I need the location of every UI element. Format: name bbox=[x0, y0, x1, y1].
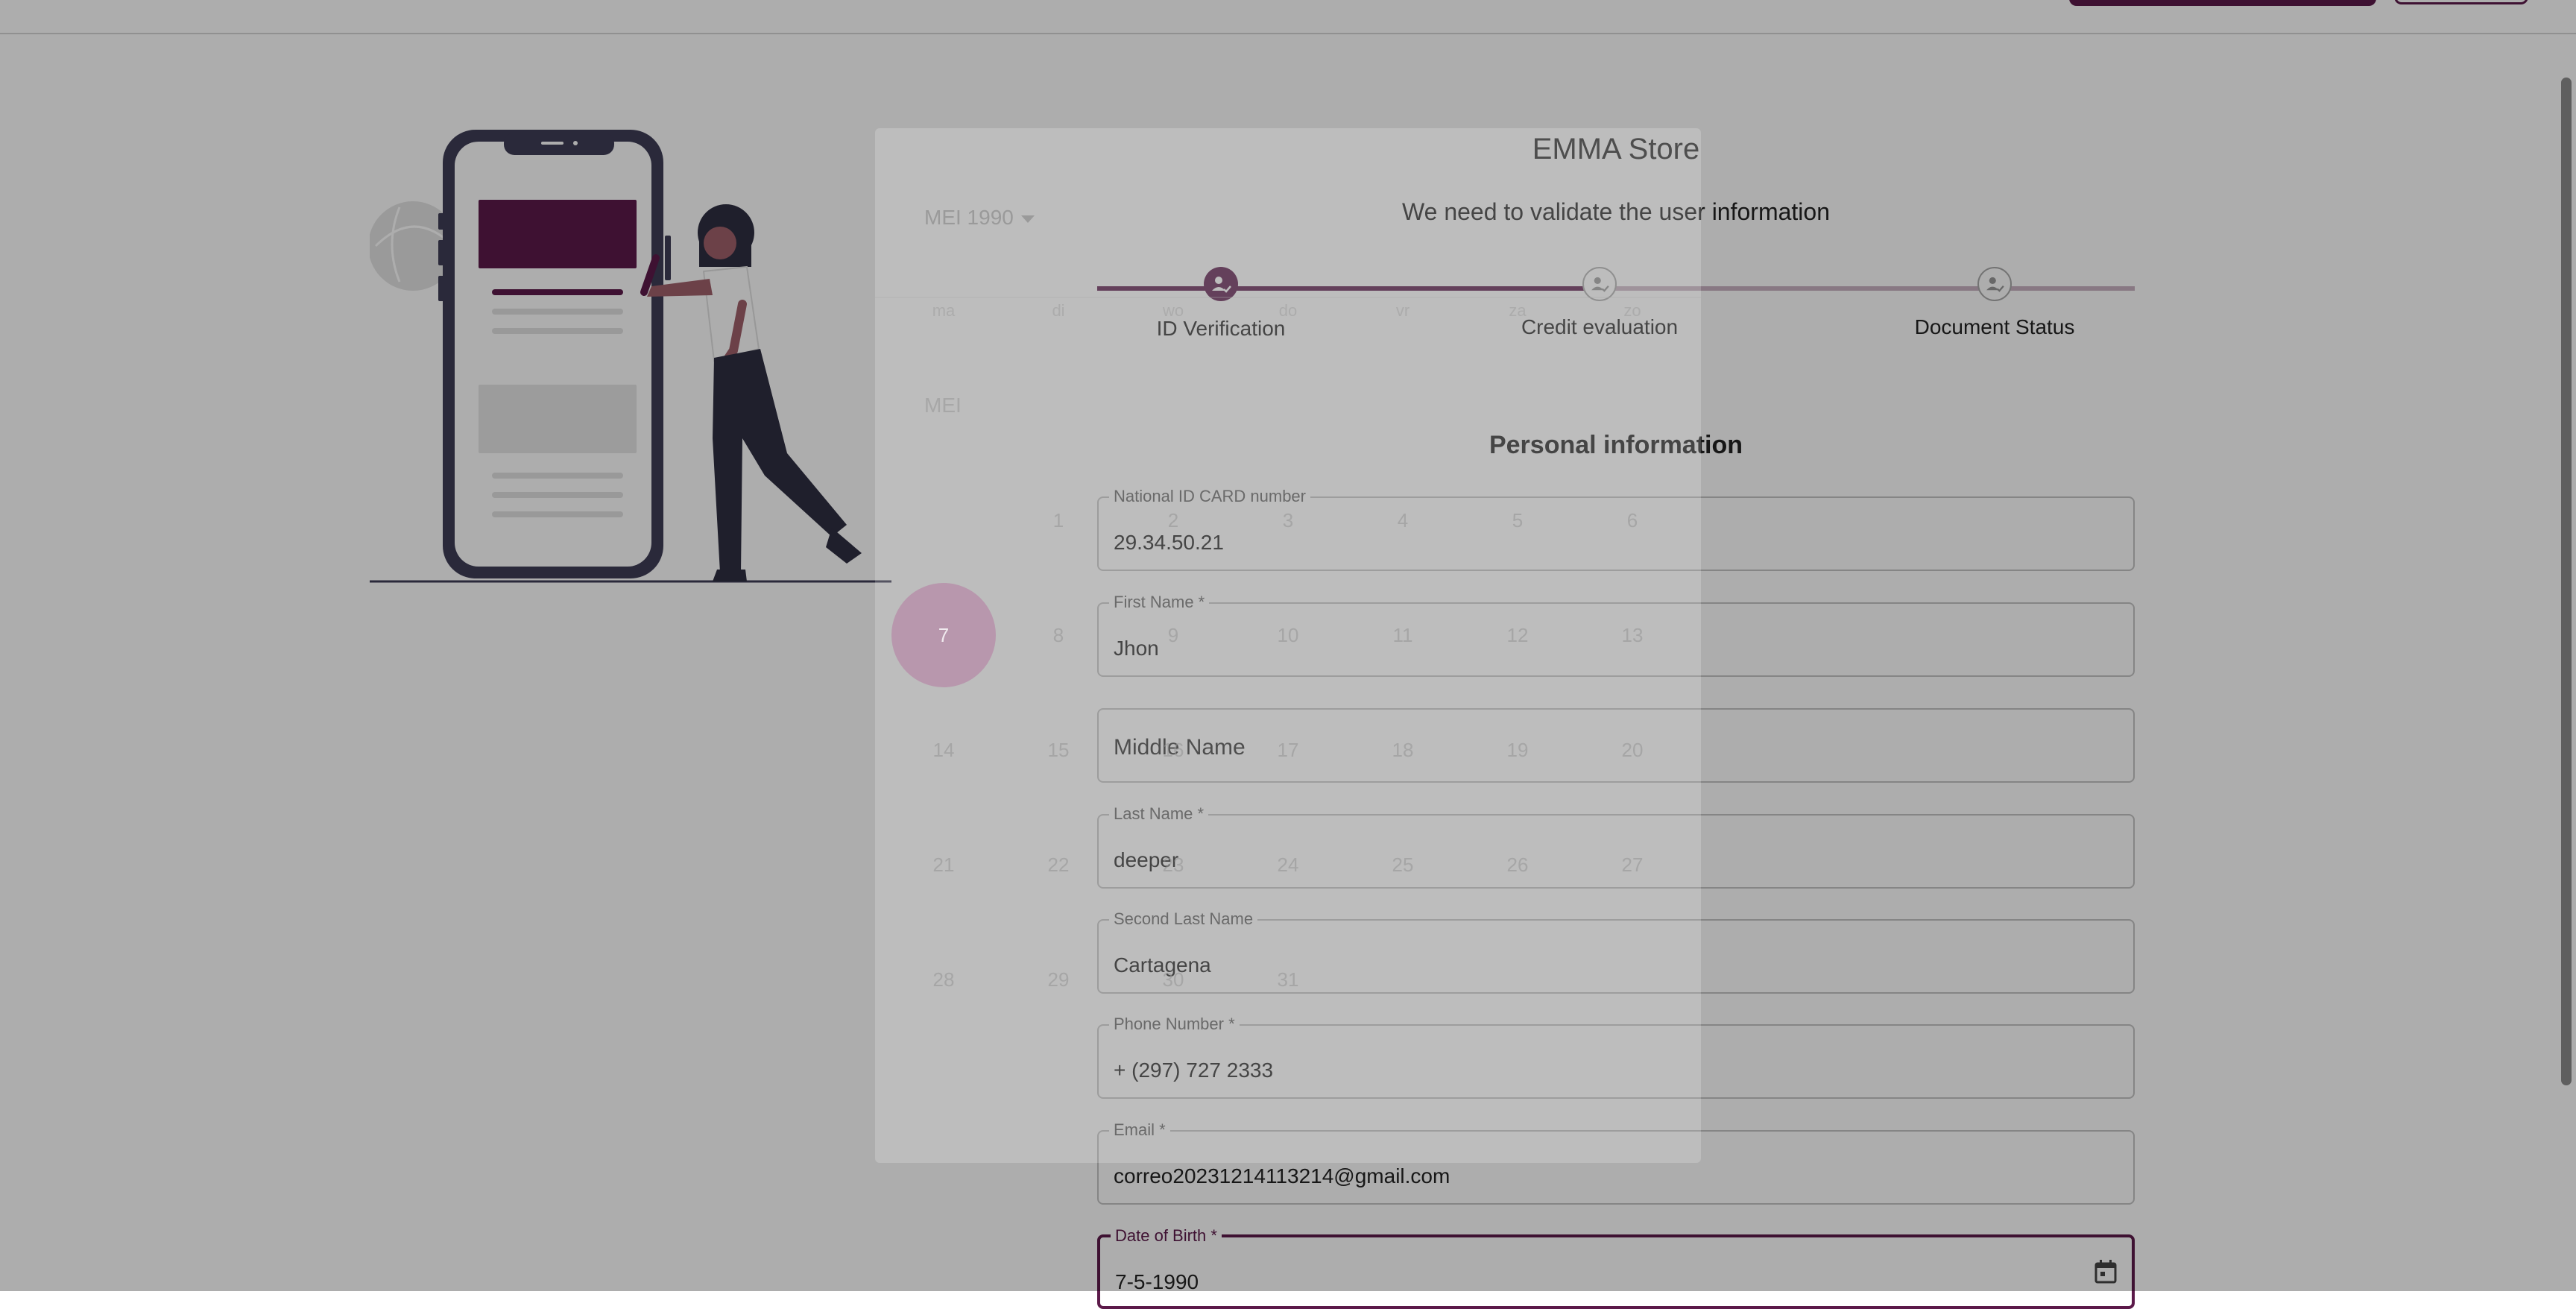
calendar-day[interactable]: 24 bbox=[1236, 813, 1340, 917]
calendar-day[interactable]: 27 bbox=[1580, 813, 1685, 917]
month-year-selector[interactable]: MEI 1990 bbox=[924, 206, 1035, 230]
calendar-day[interactable]: 12 bbox=[1465, 583, 1570, 687]
calendar-day[interactable]: 16 bbox=[1121, 698, 1225, 802]
calendar-day[interactable]: 21 bbox=[891, 813, 996, 917]
weekday-label: ma bbox=[932, 301, 956, 320]
month-year-label: MEI 1990 bbox=[924, 206, 1014, 229]
calendar-day[interactable]: 6 bbox=[1580, 468, 1685, 573]
weekday-label: wo bbox=[1162, 301, 1184, 320]
weekday-label: za bbox=[1509, 301, 1527, 320]
calendar-day[interactable]: 1 bbox=[1006, 468, 1111, 573]
calendar-day[interactable]: 31 bbox=[1236, 927, 1340, 1032]
calendar-day[interactable]: 8 bbox=[1006, 583, 1111, 687]
calendar-day[interactable]: 3 bbox=[1236, 468, 1340, 573]
calendar-day[interactable]: 7 bbox=[891, 583, 996, 687]
weekday-label: di bbox=[1052, 301, 1065, 320]
calendar-day[interactable]: 2 bbox=[1121, 468, 1225, 573]
date-picker-dialog: MEI 1990 ma di wo do vr za zo MEI 123456… bbox=[875, 128, 1701, 1163]
calendar-day[interactable]: 18 bbox=[1351, 698, 1455, 802]
calendar-day[interactable]: 28 bbox=[891, 927, 996, 1032]
calendar-day[interactable]: 5 bbox=[1465, 468, 1570, 573]
calendar-day[interactable]: 4 bbox=[1351, 468, 1455, 573]
calendar-day[interactable]: 29 bbox=[1006, 927, 1111, 1032]
calendar-day[interactable]: 26 bbox=[1465, 813, 1570, 917]
calendar-day[interactable]: 13 bbox=[1580, 583, 1685, 687]
calendar-day[interactable]: 17 bbox=[1236, 698, 1340, 802]
calendar-day[interactable]: 23 bbox=[1121, 813, 1225, 917]
calendar-day[interactable]: 14 bbox=[891, 698, 996, 802]
weekday-label: zo bbox=[1623, 301, 1641, 320]
weekday-divider bbox=[875, 297, 1701, 298]
calendar-day[interactable]: 9 bbox=[1121, 583, 1225, 687]
weekday-label: vr bbox=[1395, 301, 1410, 320]
calendar-day[interactable]: 15 bbox=[1006, 698, 1111, 802]
calendar-day[interactable]: 20 bbox=[1580, 698, 1685, 802]
page-scrollbar[interactable] bbox=[2561, 78, 2572, 1085]
caret-down-icon bbox=[1020, 215, 1035, 223]
calendar-day[interactable]: 22 bbox=[1006, 813, 1111, 917]
calendar-day[interactable]: 11 bbox=[1351, 583, 1455, 687]
calendar-day[interactable]: 30 bbox=[1121, 927, 1225, 1032]
month-label: MEI bbox=[924, 394, 962, 417]
calendar-day[interactable]: 19 bbox=[1465, 698, 1570, 802]
calendar-day[interactable]: 25 bbox=[1351, 813, 1455, 917]
weekday-label: do bbox=[1278, 301, 1298, 320]
calendar-day[interactable]: 10 bbox=[1236, 583, 1340, 687]
